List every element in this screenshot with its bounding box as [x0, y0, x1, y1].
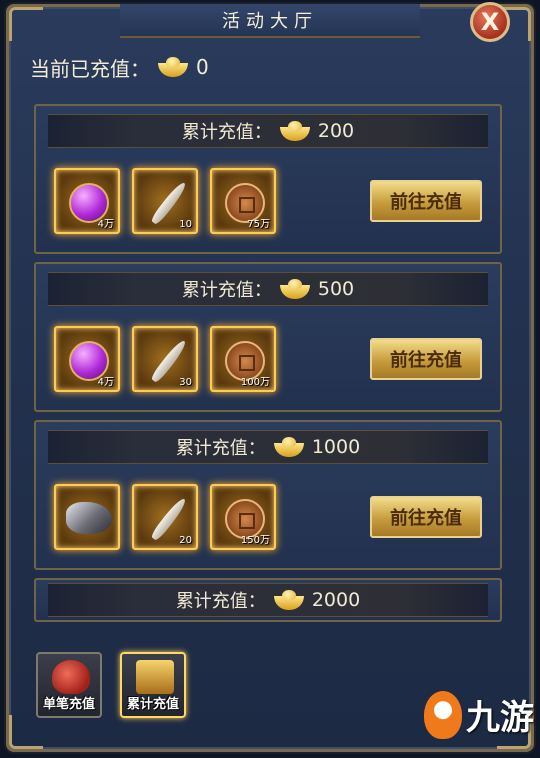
- tier-card: 累计充值： 1000 20 150万 前往充值: [34, 420, 502, 570]
- reward-count: 150万: [240, 535, 270, 546]
- tab-label: 单笔充值: [42, 697, 95, 712]
- reward-slot[interactable]: 20: [132, 484, 198, 550]
- tier-header: 累计充值： 500: [48, 272, 488, 306]
- go-recharge-button[interactable]: 前往充值: [370, 496, 482, 538]
- tier-label: 累计充值：: [175, 438, 266, 459]
- reward-slot[interactable]: 100万: [210, 326, 276, 392]
- reward-slot[interactable]: 150万: [210, 484, 276, 550]
- tab-single-recharge[interactable]: 单笔充值: [36, 652, 102, 718]
- watermark: 九游: [424, 690, 534, 739]
- tier-list: 累计充值： 200 4万 10 75万 前往充值 累计充值： 500 4万 30…: [34, 104, 502, 630]
- tier-label: 累计充值：: [181, 122, 272, 143]
- close-icon: X: [480, 8, 500, 36]
- title-bar: 活动大厅: [120, 4, 420, 38]
- reward-slot[interactable]: [54, 484, 120, 550]
- tier-card: 累计充值： 2000: [34, 578, 502, 622]
- tab-label: 累计充值: [126, 697, 179, 712]
- reward-count: 30: [179, 377, 192, 388]
- gold-ingot-icon: [273, 590, 304, 610]
- gold-ingot-icon: [158, 57, 188, 77]
- tier-amount: 500: [317, 278, 355, 300]
- gold-ingot-icon: [279, 121, 310, 141]
- reward-slot[interactable]: 30: [132, 326, 198, 392]
- gold-ingot-icon: [279, 279, 310, 299]
- jiuyou-logo-icon: [424, 690, 462, 739]
- current-recharge-label: 当前已充值：: [30, 56, 150, 81]
- treasure-chest-icon: [136, 660, 174, 694]
- reward-slot[interactable]: 10: [132, 168, 198, 234]
- reward-slot[interactable]: 4万: [54, 168, 120, 234]
- reward-slot[interactable]: 4万: [54, 326, 120, 392]
- close-button[interactable]: X: [470, 2, 510, 42]
- tier-header: 累计充值： 200: [48, 114, 488, 148]
- reward-count: 20: [179, 535, 192, 546]
- go-recharge-button[interactable]: 前往充值: [370, 180, 482, 222]
- reward-count: 10: [179, 219, 192, 230]
- go-recharge-button[interactable]: 前往充值: [370, 338, 482, 380]
- tier-amount: 1000: [311, 436, 361, 458]
- frame-corner-ornament: [9, 715, 43, 749]
- current-recharge-row: 当前已充值： 0: [30, 52, 209, 82]
- frame-corner-ornament: [9, 7, 43, 41]
- reward-count: 100万: [240, 377, 270, 388]
- reward-count: 4万: [97, 377, 114, 388]
- reward-list: 4万 10 75万: [54, 168, 276, 234]
- tier-label: 累计充值：: [181, 280, 272, 301]
- tier-amount: 200: [317, 120, 355, 142]
- bottom-tab-bar: 单笔充值 累计充值: [36, 652, 186, 718]
- tier-card: 累计充值： 200 4万 10 75万 前往充值: [34, 104, 502, 254]
- reward-list: 4万 30 100万: [54, 326, 276, 392]
- window-title: 活动大厅: [222, 11, 318, 32]
- tier-header: 累计充值： 1000: [48, 430, 488, 464]
- reward-list: 20 150万: [54, 484, 276, 550]
- gold-ingot-icon: [273, 437, 304, 457]
- red-bag-icon: [52, 660, 90, 694]
- tier-label: 累计充值：: [175, 591, 266, 612]
- tier-header: 累计充值： 2000: [48, 583, 488, 617]
- tier-amount: 2000: [311, 589, 361, 611]
- ore-icon: [66, 502, 112, 534]
- reward-slot[interactable]: 75万: [210, 168, 276, 234]
- reward-count: 75万: [247, 219, 270, 230]
- tab-cumulative-recharge[interactable]: 累计充值: [120, 652, 186, 718]
- watermark-text: 九游: [466, 698, 534, 738]
- current-recharge-value: 0: [196, 55, 209, 79]
- reward-count: 4万: [97, 219, 114, 230]
- tier-card: 累计充值： 500 4万 30 100万 前往充值: [34, 262, 502, 412]
